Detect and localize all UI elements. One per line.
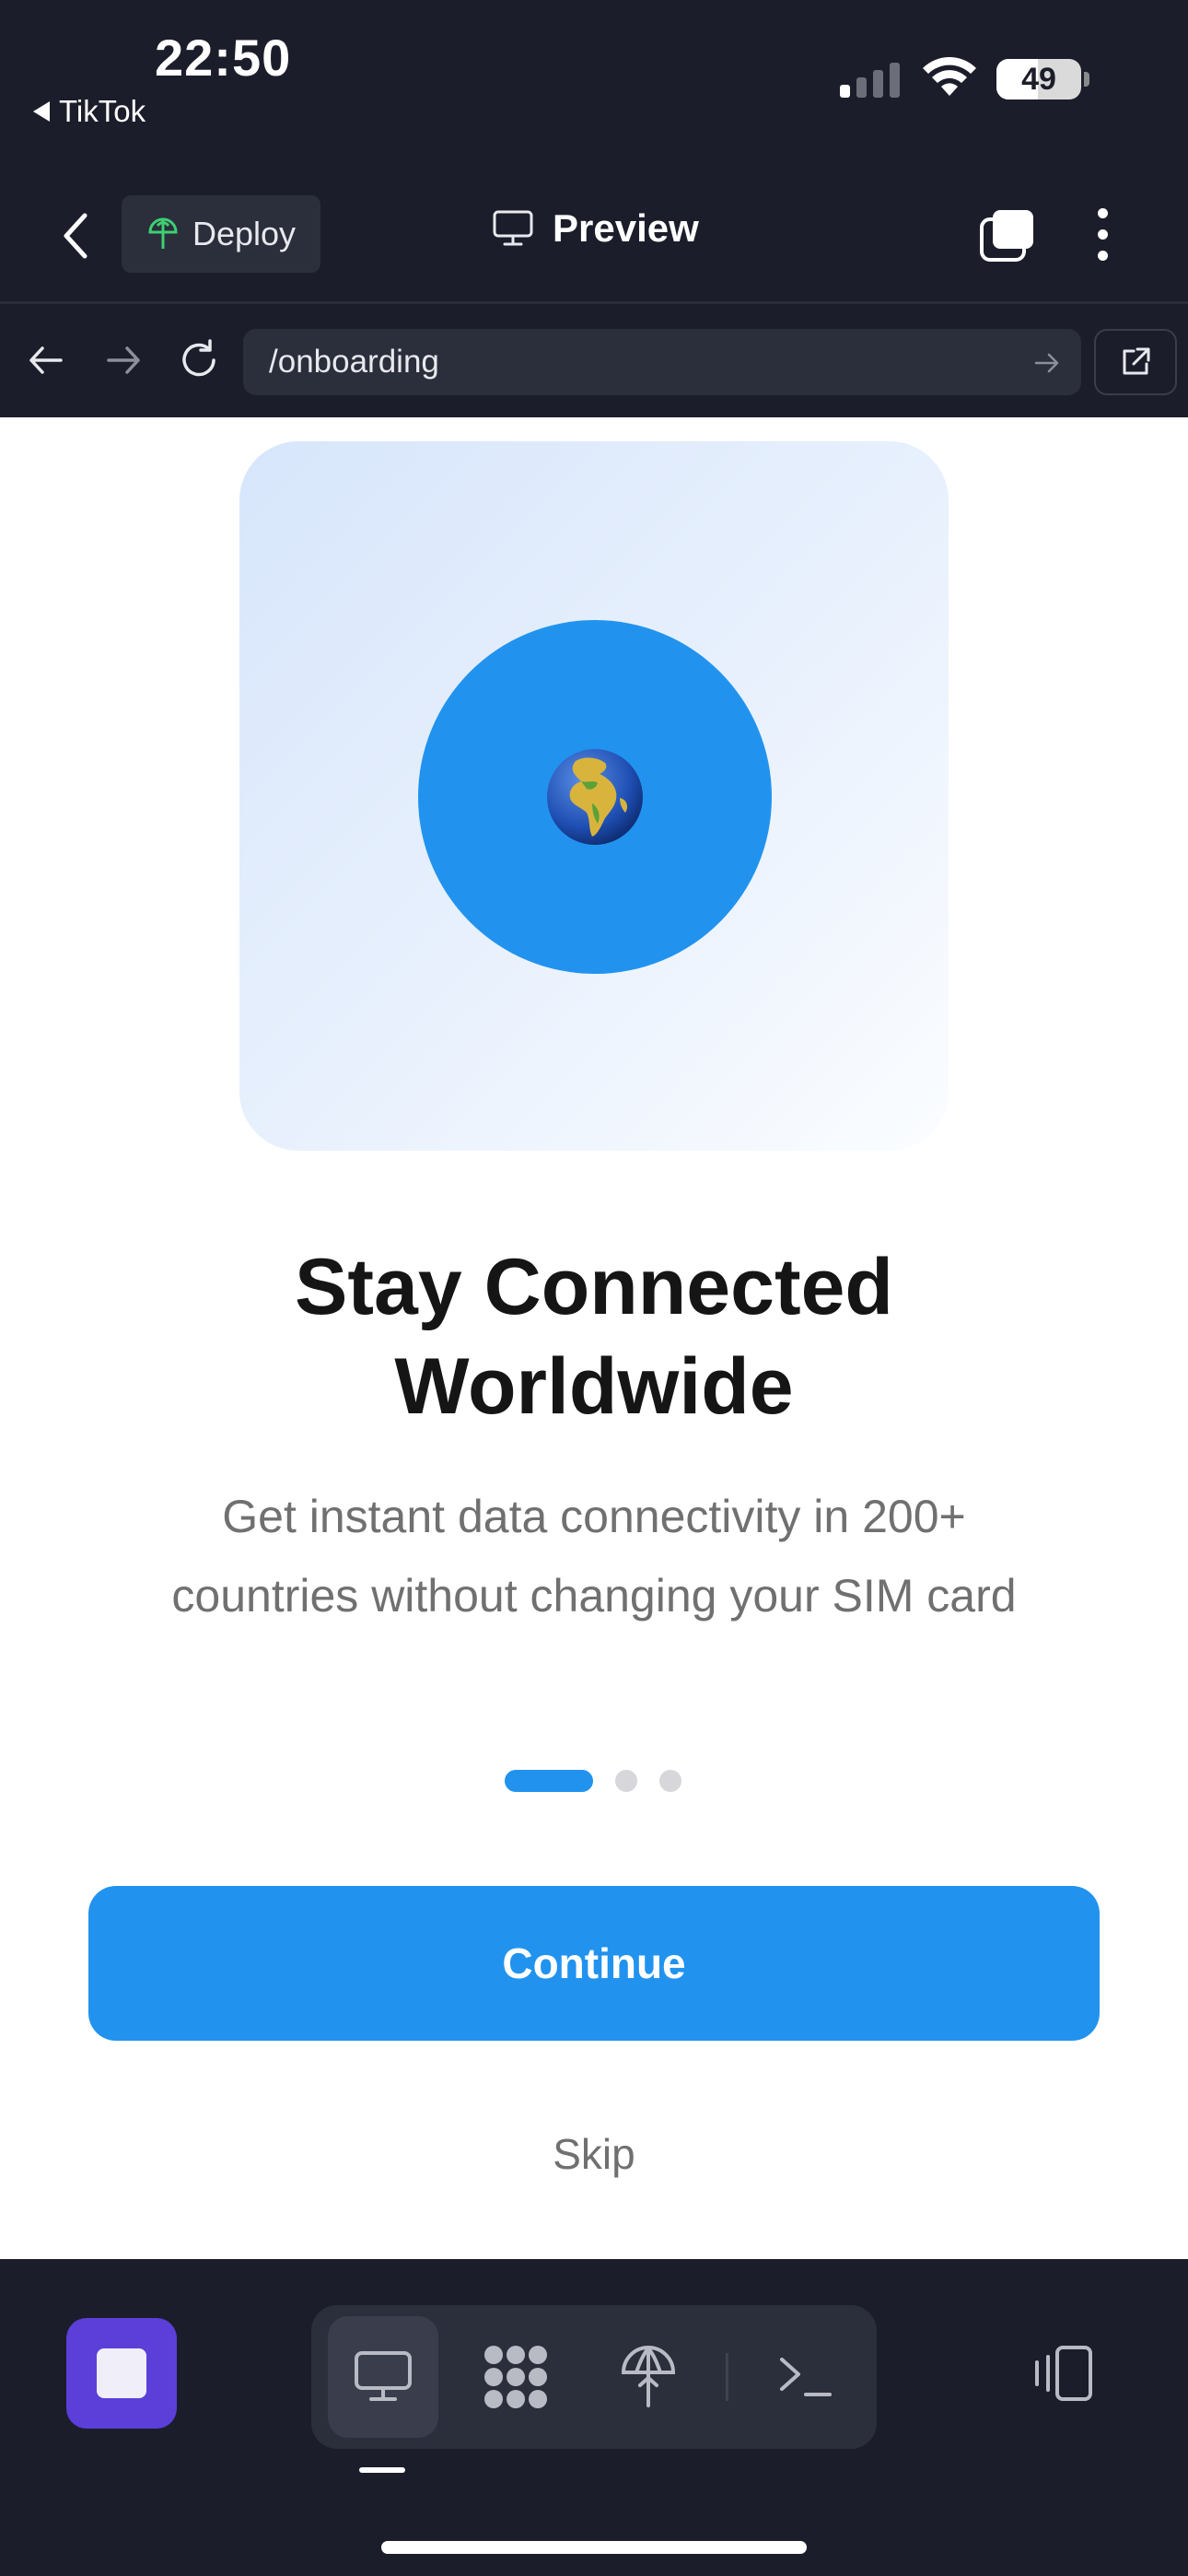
back-to-app-link[interactable]: TikTok <box>33 94 146 129</box>
home-indicator[interactable] <box>381 2541 807 2554</box>
cellular-signal-icon <box>840 61 900 98</box>
onboarding-page: Stay Connected Worldwide Get instant dat… <box>0 417 1188 2259</box>
go-arrow-icon[interactable] <box>1033 349 1061 377</box>
hero-circle <box>418 620 772 974</box>
status-time: 22:50 <box>155 29 292 87</box>
tabs-icon[interactable] <box>978 206 1037 263</box>
page-dot[interactable] <box>615 1770 637 1792</box>
reload-icon[interactable] <box>177 338 221 382</box>
browser-back-icon[interactable] <box>26 340 66 381</box>
page-dot-active[interactable] <box>505 1770 593 1792</box>
grid-icon <box>484 2346 547 2408</box>
page-indicator <box>505 1770 681 1792</box>
active-view-underline <box>359 2467 405 2473</box>
back-chevron-icon[interactable] <box>57 210 94 262</box>
browser-url-bar: /onboarding <box>0 307 1188 417</box>
deploy-view-button[interactable] <box>593 2316 704 2438</box>
title-line-2: Worldwide <box>394 1342 794 1431</box>
battery-level: 49 <box>1021 61 1056 97</box>
globe-icon <box>547 749 643 845</box>
open-external-button[interactable] <box>1094 329 1177 395</box>
title-line-1: Stay Connected <box>295 1243 893 1331</box>
terminal-icon <box>780 2358 832 2396</box>
preview-label: Preview <box>553 206 699 250</box>
browser-forward-icon[interactable] <box>103 340 144 381</box>
view-switcher <box>311 2305 877 2449</box>
grid-view-button[interactable] <box>460 2316 571 2438</box>
external-link-icon <box>1123 347 1150 375</box>
more-options-icon[interactable] <box>1098 208 1108 261</box>
skip-link[interactable]: Skip <box>0 2129 1188 2179</box>
device-toggle-icon[interactable] <box>1030 2344 1096 2403</box>
deploy-icon <box>148 217 178 249</box>
onboarding-title: Stay Connected Worldwide <box>0 1237 1188 1436</box>
continue-button[interactable]: Continue <box>88 1886 1100 2041</box>
app-header: Deploy Preview <box>0 166 1188 304</box>
subtitle-line-2: countries without changing your SIM card <box>171 1570 1017 1622</box>
url-text: /onboarding <box>269 344 439 380</box>
onboarding-subtitle: Get instant data connectivity in 200+ co… <box>92 1477 1096 1635</box>
wifi-icon <box>923 57 976 96</box>
monitor-icon <box>493 210 533 246</box>
subtitle-line-1: Get instant data connectivity in 200+ <box>222 1491 966 1542</box>
deploy-icon <box>621 2346 676 2407</box>
terminal-view-button[interactable] <box>750 2316 860 2438</box>
stop-icon <box>97 2348 146 2398</box>
url-input[interactable]: /onboarding <box>243 329 1081 395</box>
deploy-label: Deploy <box>192 215 297 252</box>
deploy-button[interactable]: Deploy <box>122 195 320 273</box>
status-bar: 22:50 TikTok 49 <box>0 0 1188 166</box>
desktop-view-button[interactable] <box>328 2316 438 2438</box>
battery-indicator: 49 <box>996 59 1081 100</box>
page-dot[interactable] <box>659 1770 681 1792</box>
hero-card <box>239 441 949 1151</box>
stop-button[interactable] <box>66 2318 177 2429</box>
bottom-toolbar <box>0 2259 1188 2576</box>
desktop-icon <box>355 2351 412 2401</box>
preview-title: Preview <box>492 206 699 251</box>
back-triangle-icon <box>33 101 50 122</box>
back-app-label: TikTok <box>59 94 146 128</box>
